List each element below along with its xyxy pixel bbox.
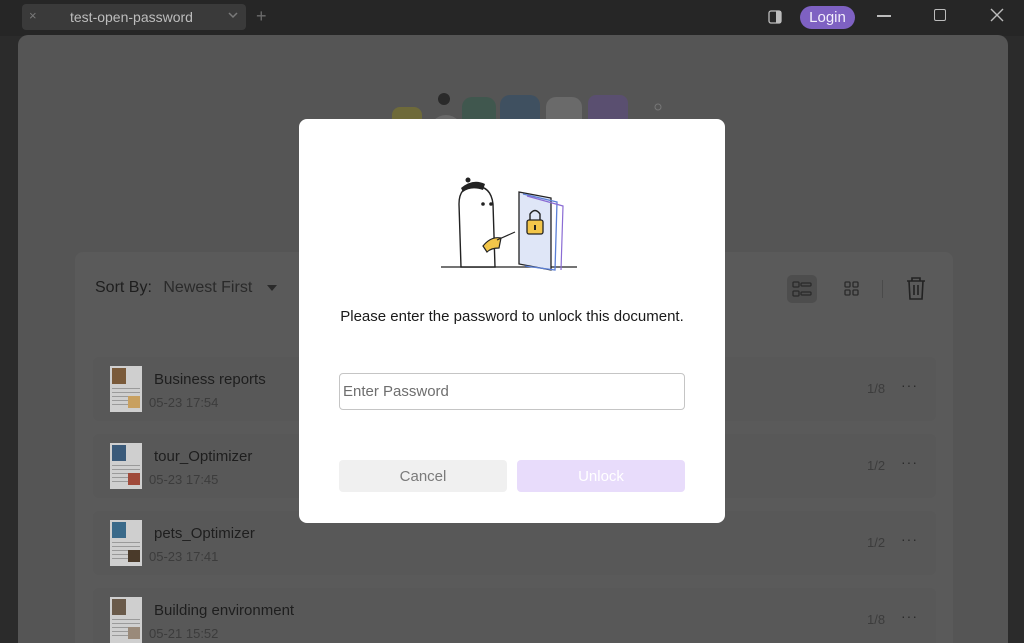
title-bar: × test-open-password + Login	[0, 0, 1024, 36]
sort-label: Sort By:	[95, 279, 152, 296]
panel-icon[interactable]	[768, 10, 782, 24]
file-pages: 1/8	[867, 381, 886, 396]
file-pages: 1/2	[867, 458, 886, 473]
tab-title: test-open-password	[70, 9, 193, 25]
sort-control[interactable]: Sort By: Newest First	[95, 279, 277, 297]
file-thumbnail	[110, 366, 142, 412]
file-date: 05-23 17:45	[149, 472, 219, 487]
grid-view-icon[interactable]	[837, 275, 867, 303]
trash-icon[interactable]	[903, 274, 929, 302]
file-pages: 1/8	[867, 612, 886, 627]
more-icon[interactable]: ···	[901, 377, 918, 393]
maximize-icon[interactable]	[934, 9, 946, 21]
more-icon[interactable]: ···	[901, 608, 918, 624]
file-date: 05-23 17:41	[149, 549, 219, 564]
file-name: Building environment	[154, 602, 295, 619]
chevron-down-icon[interactable]	[266, 284, 277, 291]
file-thumbnail	[110, 520, 142, 566]
sort-select[interactable]: Newest First	[163, 279, 252, 296]
chevron-down-icon[interactable]	[226, 7, 240, 23]
password-input[interactable]	[339, 373, 685, 410]
dialog-prompt: Please enter the password to unlock this…	[340, 308, 684, 325]
new-tab-button[interactable]: +	[256, 6, 267, 26]
minimize-icon[interactable]	[877, 15, 891, 17]
file-date: 05-23 17:54	[149, 395, 219, 410]
file-pages: 1/2	[867, 535, 886, 550]
file-thumbnail	[110, 597, 142, 643]
file-row[interactable]: Building environment 05-21 15:52 1/8 ···	[93, 588, 936, 643]
lock-illustration	[441, 177, 577, 271]
more-icon[interactable]: ···	[901, 454, 918, 470]
file-name: tour_Optimizer	[154, 448, 253, 465]
toolbar-divider	[882, 280, 883, 298]
window-close-icon[interactable]	[990, 8, 1004, 22]
login-button[interactable]: Login	[800, 6, 855, 29]
cancel-button[interactable]: Cancel	[339, 460, 507, 492]
list-view-icon[interactable]	[787, 275, 817, 303]
tab-close-icon[interactable]: ×	[29, 8, 37, 23]
file-name: pets_Optimizer	[154, 525, 255, 542]
file-name: Business reports	[154, 371, 266, 388]
password-dialog: Please enter the password to unlock this…	[299, 119, 725, 523]
file-thumbnail	[110, 443, 142, 489]
file-date: 05-21 15:52	[149, 626, 219, 641]
document-tab[interactable]: × test-open-password	[22, 4, 246, 30]
more-icon[interactable]: ···	[901, 531, 918, 547]
unlock-button[interactable]: Unlock	[517, 460, 685, 492]
